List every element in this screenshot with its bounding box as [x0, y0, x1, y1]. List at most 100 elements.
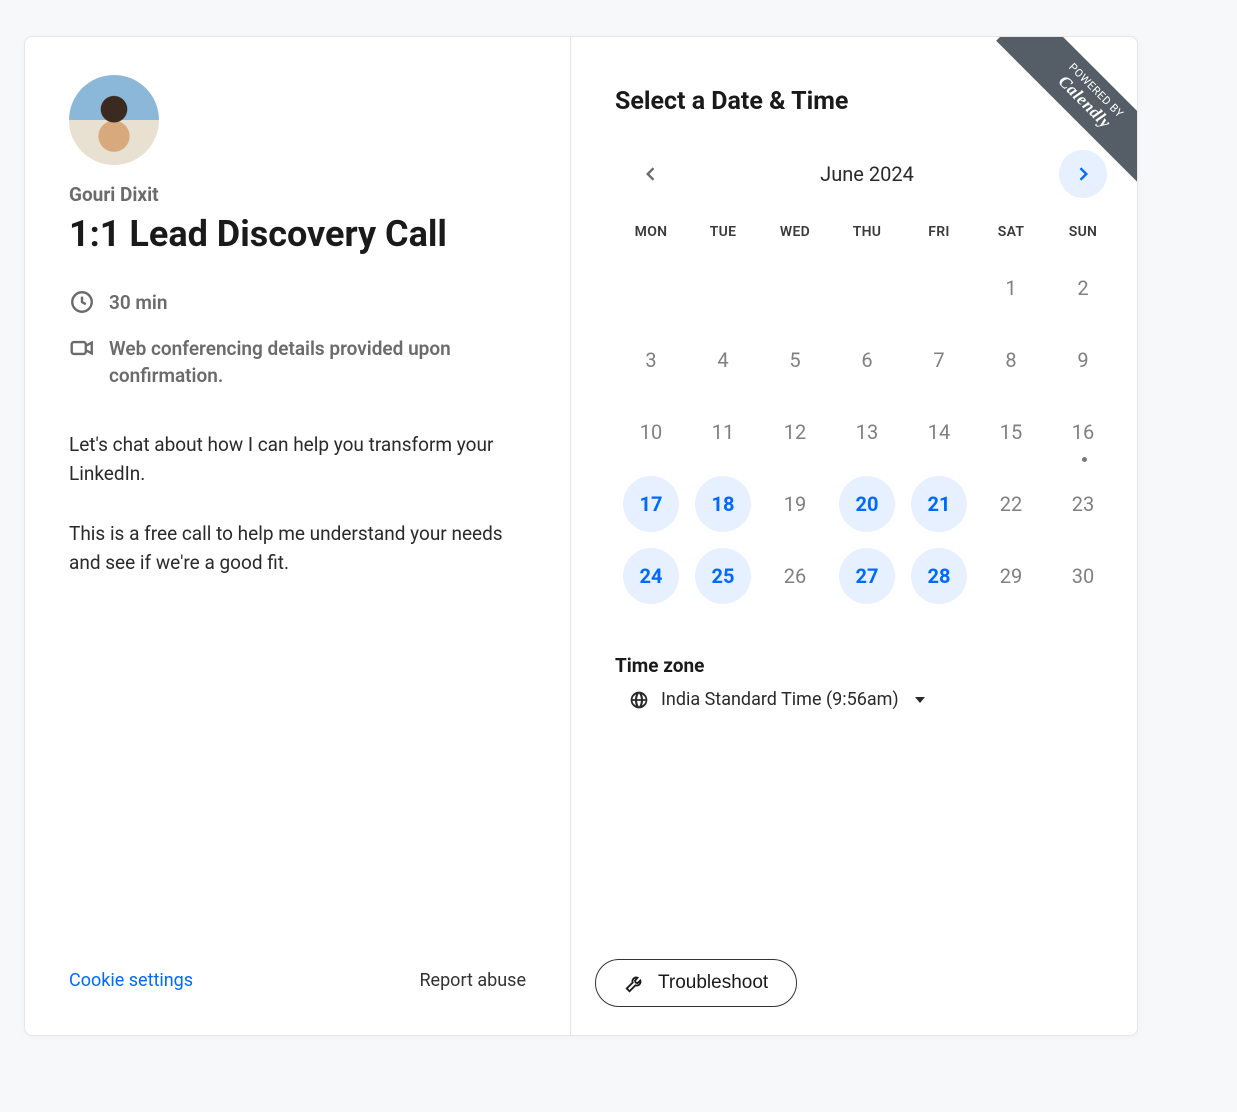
- day-number: 14: [911, 404, 967, 460]
- calendar-day: 11: [687, 396, 759, 468]
- calendar-day: 14: [903, 396, 975, 468]
- calendar-day[interactable]: 21: [903, 468, 975, 540]
- calendar-day: [759, 252, 831, 324]
- calendar-day: 5: [759, 324, 831, 396]
- select-date-heading: Select a Date & Time: [615, 87, 1119, 116]
- day-number[interactable]: 25: [695, 548, 751, 604]
- calendar-day: 26: [759, 540, 831, 612]
- duration-row: 30 min: [69, 289, 526, 317]
- day-number: 22: [983, 476, 1039, 532]
- calendar-day[interactable]: 24: [615, 540, 687, 612]
- location-text: Web conferencing details provided upon c…: [109, 335, 526, 390]
- troubleshoot-label: Troubleshoot: [658, 972, 768, 994]
- calendar-day: 15: [975, 396, 1047, 468]
- calendar-day: 3: [615, 324, 687, 396]
- event-details-panel: Gouri Dixit 1:1 Lead Discovery Call 30 m…: [25, 37, 571, 1035]
- weekday-header: SAT: [975, 224, 1047, 240]
- day-number: 1: [983, 260, 1039, 316]
- day-number: 6: [839, 332, 895, 388]
- calendar-day: 12: [759, 396, 831, 468]
- day-number: 19: [767, 476, 823, 532]
- weekday-header: TUE: [687, 224, 759, 240]
- next-month-button[interactable]: [1059, 150, 1107, 198]
- booking-card: Gouri Dixit 1:1 Lead Discovery Call 30 m…: [24, 36, 1138, 1036]
- caret-down-icon: [915, 697, 925, 703]
- report-abuse-link[interactable]: Report abuse: [419, 970, 526, 991]
- calendar-day: [615, 252, 687, 324]
- day-number: 16: [1055, 404, 1111, 460]
- calendar-grid: 1234567891011121314151617181920212223242…: [615, 252, 1119, 612]
- event-title: 1:1 Lead Discovery Call: [69, 214, 526, 255]
- duration-text: 30 min: [109, 289, 167, 317]
- weekday-headers: MONTUEWEDTHUFRISATSUN: [615, 224, 1119, 240]
- clock-icon: [69, 289, 95, 315]
- timezone-section: Time zone India Standard Time (9:56am): [615, 654, 1119, 710]
- calendar-day: 30: [1047, 540, 1119, 612]
- calendar-day[interactable]: 18: [687, 468, 759, 540]
- host-avatar: [69, 75, 159, 165]
- calendar-day: [903, 252, 975, 324]
- calendar-day: 19: [759, 468, 831, 540]
- calendar-day: 1: [975, 252, 1047, 324]
- timezone-selected-label: India Standard Time (9:56am): [661, 689, 899, 710]
- day-number[interactable]: 28: [911, 548, 967, 604]
- calendar-day: 16: [1047, 396, 1119, 468]
- calendar-day: 23: [1047, 468, 1119, 540]
- timezone-selector[interactable]: India Standard Time (9:56am): [615, 689, 1119, 710]
- day-number: 9: [1055, 332, 1111, 388]
- location-row: Web conferencing details provided upon c…: [69, 335, 526, 390]
- weekday-header: FRI: [903, 224, 975, 240]
- calendar-day: 7: [903, 324, 975, 396]
- description-paragraph: This is a free call to help me understan…: [69, 519, 526, 578]
- host-name: Gouri Dixit: [69, 183, 526, 206]
- day-number: 23: [1055, 476, 1111, 532]
- description-paragraph: Let's chat about how I can help you tran…: [69, 430, 526, 489]
- day-number: 30: [1055, 548, 1111, 604]
- calendar-header: June 2024: [627, 150, 1107, 198]
- calendar-day: 4: [687, 324, 759, 396]
- prev-month-button[interactable]: [627, 150, 675, 198]
- cookie-settings-link[interactable]: Cookie settings: [69, 970, 193, 991]
- calendar-day[interactable]: 20: [831, 468, 903, 540]
- calendar-day: 8: [975, 324, 1047, 396]
- calendar-day: [831, 252, 903, 324]
- day-number[interactable]: 18: [695, 476, 751, 532]
- troubleshoot-button[interactable]: Troubleshoot: [595, 959, 797, 1007]
- calendar-day[interactable]: 17: [615, 468, 687, 540]
- calendar-day[interactable]: 28: [903, 540, 975, 612]
- globe-icon: [629, 690, 649, 710]
- weekday-header: WED: [759, 224, 831, 240]
- day-number[interactable]: 17: [623, 476, 679, 532]
- calendar-day: 29: [975, 540, 1047, 612]
- calendar-day: 22: [975, 468, 1047, 540]
- calendar-day: 6: [831, 324, 903, 396]
- day-number[interactable]: 21: [911, 476, 967, 532]
- day-number[interactable]: 20: [839, 476, 895, 532]
- day-number: 10: [623, 404, 679, 460]
- day-number: 8: [983, 332, 1039, 388]
- calendar-day: 10: [615, 396, 687, 468]
- day-number: 11: [695, 404, 751, 460]
- month-label: June 2024: [820, 162, 914, 186]
- day-number: 13: [839, 404, 895, 460]
- calendar-panel: Select a Date & Time June 2024 MONTUEWED…: [571, 37, 1137, 1035]
- day-number[interactable]: 27: [839, 548, 895, 604]
- weekday-header: SUN: [1047, 224, 1119, 240]
- calendar-day: 13: [831, 396, 903, 468]
- left-footer: Cookie settings Report abuse: [69, 970, 526, 991]
- day-number: 26: [767, 548, 823, 604]
- calendar-day[interactable]: 25: [687, 540, 759, 612]
- today-indicator: [1082, 457, 1087, 462]
- video-icon: [69, 335, 95, 361]
- day-number: 3: [623, 332, 679, 388]
- day-number: 7: [911, 332, 967, 388]
- day-number: 5: [767, 332, 823, 388]
- calendar-day[interactable]: 27: [831, 540, 903, 612]
- day-number[interactable]: 24: [623, 548, 679, 604]
- day-number: 29: [983, 548, 1039, 604]
- event-description: Let's chat about how I can help you tran…: [69, 430, 526, 608]
- day-number: 12: [767, 404, 823, 460]
- weekday-header: THU: [831, 224, 903, 240]
- weekday-header: MON: [615, 224, 687, 240]
- day-number: 15: [983, 404, 1039, 460]
